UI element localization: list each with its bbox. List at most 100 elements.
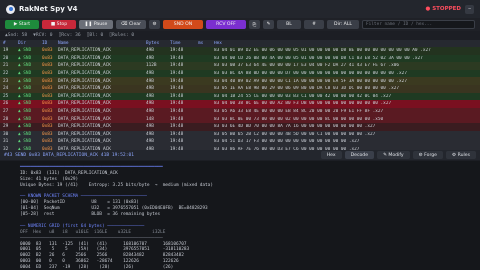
row-name: DATA_REPLICATION_ACK — [58, 116, 111, 122]
tab-decode[interactable]: Decode — [344, 151, 375, 159]
table-row[interactable]: 25 ▲ SND 0x83 DATA_REPLICATION_ACK 49B 19:48 8… — [0, 92, 480, 101]
row-bytes: 49B — [146, 131, 154, 137]
row-time: 19:48 — [170, 55, 184, 61]
row-hex: 83 03 BC 4A 88 0D 00 00 00 D7 00 00 00 0… — [214, 71, 407, 77]
row-bytes: 112B — [146, 63, 157, 69]
table-row[interactable]: 21 ▲ SND 0x83 DATA_REPLICATION_ACK 112B 19:48… — [0, 62, 480, 70]
row-hex: 83 03 0B 37 E3 64 4E 00 00 00 17 E3 04 0… — [214, 63, 400, 69]
row-dir: ▲ SND — [18, 48, 32, 54]
table-row[interactable]: 31 ▲ SND 0x83 DATA_REPLICATION_ACK 49B 19:48 8… — [0, 138, 480, 146]
table-row[interactable]: 24 ▲ SND 0x83 DATA_REPLICATION_ACK 49B 19:48 8… — [0, 84, 480, 93]
row-bytes: 148 — [146, 116, 154, 122]
row-time: 19:48 — [170, 109, 184, 115]
row-bytes: 49B — [146, 86, 154, 92]
row-time: 19:48 — [170, 86, 184, 92]
tab-modify[interactable]: ✎ Modify — [377, 151, 410, 159]
stop-button[interactable]: ■ Stop — [42, 20, 76, 29]
row-time: 19:48 — [170, 131, 184, 137]
toolbar: ▶ Start ■ Stop ❚❚ Pause ⌫ Clear ⚙ SND ON… — [0, 18, 480, 31]
clear-button[interactable]: ⌫ Clear — [116, 20, 146, 29]
table-row[interactable]: 26 ▲ SND 0x83 DATA_REPLICATION_ACK 49B 19:48 8… — [0, 100, 480, 108]
table-row[interactable]: 19 ▲ SND 0x83 DATA_REPLICATION_ACK 49B 19:48 8… — [0, 47, 480, 55]
row-id: 0x83 — [42, 109, 53, 115]
table-row[interactable]: 28 ▲ SND 0x83 DATA_REPLICATION_ACK 148 19:48 8… — [0, 115, 480, 123]
blacklist-button[interactable]: BL — [277, 20, 301, 29]
row-dir: ▲ SND — [18, 101, 32, 107]
start-button[interactable]: ▶ Start — [5, 20, 39, 29]
row-dir: ▲ SND — [18, 124, 32, 130]
row-name: DATA_REPLICATION_ACK — [58, 101, 111, 107]
row-hex: 83 03 6E 4D BD 70 00 00 8A 7A 16 00 00 0… — [214, 124, 376, 130]
settings-icon[interactable]: ⚙ — [149, 20, 160, 29]
tab-forge[interactable]: ⚙ Forge — [412, 151, 444, 159]
row-num: 20 — [3, 55, 9, 61]
table-row[interactable]: 22 ▲ SND 0x83 DATA_REPLICATION_ACK 49B 19:48 8… — [0, 69, 480, 78]
stat-rcv: ▼RCV: 0 — [33, 32, 53, 38]
row-time: 19:48 — [170, 71, 184, 77]
row-name: DATA_REPLICATION_ACK — [58, 63, 111, 69]
row-name: DATA_REPLICATION_ACK — [58, 124, 111, 130]
row-hex: 83 04 00 CD 26 0B 00 4A 00 00 05 01 00 0… — [214, 55, 423, 61]
row-name: DATA_REPLICATION_ACK — [58, 93, 111, 99]
row-name: DATA_REPLICATION_ACK — [58, 71, 111, 77]
filter-input[interactable]: Filter name / ID / hex... — [362, 20, 475, 29]
col-ms[interactable]: ms — [198, 41, 214, 46]
col-num[interactable]: # — [0, 41, 18, 46]
table-row[interactable]: 20 ▲ SND 0x83 DATA_REPLICATION_ACK 49B 19:48 8… — [0, 54, 480, 63]
row-bytes: 49B — [146, 78, 154, 84]
table-row[interactable]: 30 ▲ SND 0x83 DATA_REPLICATION_ACK 49B 19:48 8… — [0, 130, 480, 139]
copy-icon[interactable]: ⎘ — [249, 20, 260, 29]
row-dir: ▲ SND — [18, 109, 32, 115]
row-time: 19:48 — [170, 93, 184, 99]
row-dir: ▲ SND — [18, 116, 32, 122]
minimize-icon[interactable]: − — [465, 4, 474, 14]
title-bar: RakNet Spy V4 ● STOPPED − — [0, 0, 480, 18]
col-bytes[interactable]: Bytes — [146, 41, 170, 46]
rcv-toggle-button[interactable]: RCV OFF — [206, 20, 246, 29]
app-title: RakNet Spy V4 — [19, 5, 78, 13]
row-bytes: 49B — [146, 71, 154, 77]
row-dir: ▲ SND — [18, 71, 32, 77]
row-dir: ▲ SND — [18, 86, 32, 92]
row-bytes: 49B — [146, 93, 154, 99]
row-num: 27 — [3, 109, 9, 115]
table-row[interactable]: 29 ▲ SND 0x83 DATA_REPLICATION_ACK 49B 19:48 8… — [0, 122, 480, 131]
table-header: # Dir ID Name Bytes Time ms Hex — [0, 40, 480, 47]
decode-line: 0004 ED 237 -19 (28) (28) (26) (26) — [20, 265, 174, 270]
wrench-icon[interactable]: ✎ — [263, 20, 274, 29]
table-body: 19 ▲ SND 0x83 DATA_REPLICATION_ACK 49B 19:48 8… — [0, 47, 480, 154]
hash-button[interactable]: # — [304, 20, 324, 29]
row-hex: 83 04 00 38 8C 6E 00 00 A2 B0 F3 DB 00 0… — [214, 101, 392, 107]
table-row[interactable]: 23 ▲ SND 0x83 DATA_REPLICATION_ACK 49B 19:48 8… — [0, 77, 480, 85]
row-num: 31 — [3, 139, 9, 145]
col-name[interactable]: Name — [58, 41, 146, 46]
row-name: DATA_REPLICATION_ACK — [58, 139, 111, 145]
tab-hex[interactable]: Hex — [320, 151, 342, 159]
row-time: 19:48 — [170, 116, 184, 122]
col-dir[interactable]: Dir — [18, 41, 42, 46]
row-id: 0x83 — [42, 71, 53, 77]
row-id: 0x83 — [42, 78, 53, 84]
row-name: DATA_REPLICATION_ACK — [58, 109, 111, 115]
col-time[interactable]: Time — [170, 41, 198, 46]
row-bytes: 49B — [146, 55, 154, 61]
direction-filter-button[interactable]: Dir: ALL — [327, 20, 359, 29]
row-dir: ▲ SND — [18, 139, 32, 145]
row-id: 0x83 — [42, 124, 53, 130]
pause-button[interactable]: ❚❚ Pause — [79, 20, 113, 29]
tab-rules[interactable]: ⚙ Rules — [446, 151, 476, 159]
col-id[interactable]: ID — [42, 41, 58, 46]
row-hex: 83 04 1B 24 55 CE 00 00 00 03 B3 C1 00 0… — [214, 93, 392, 99]
table-row[interactable]: 27 ▲ SND 0x83 DATA_REPLICATION_ACK 49B 19:48 8… — [0, 107, 480, 116]
row-id: 0x83 — [42, 63, 53, 69]
row-num: 21 — [3, 63, 9, 69]
col-hex[interactable]: Hex — [214, 41, 480, 46]
row-dir: ▲ SND — [18, 63, 32, 69]
row-time: 19:48 — [170, 139, 184, 145]
stats-bar: ▲Snd: 58 ▼RCV: 0 ⌷Rcv: 36 ⌷Bl: 0 ⌷Rules:… — [0, 31, 480, 39]
stat-snd: ▲Snd: 58 — [5, 32, 28, 38]
row-num: 30 — [3, 131, 9, 137]
snd-toggle-button[interactable]: SND ON — [163, 20, 203, 29]
row-bytes: 49B — [146, 124, 154, 130]
row-num: 22 — [3, 71, 9, 77]
